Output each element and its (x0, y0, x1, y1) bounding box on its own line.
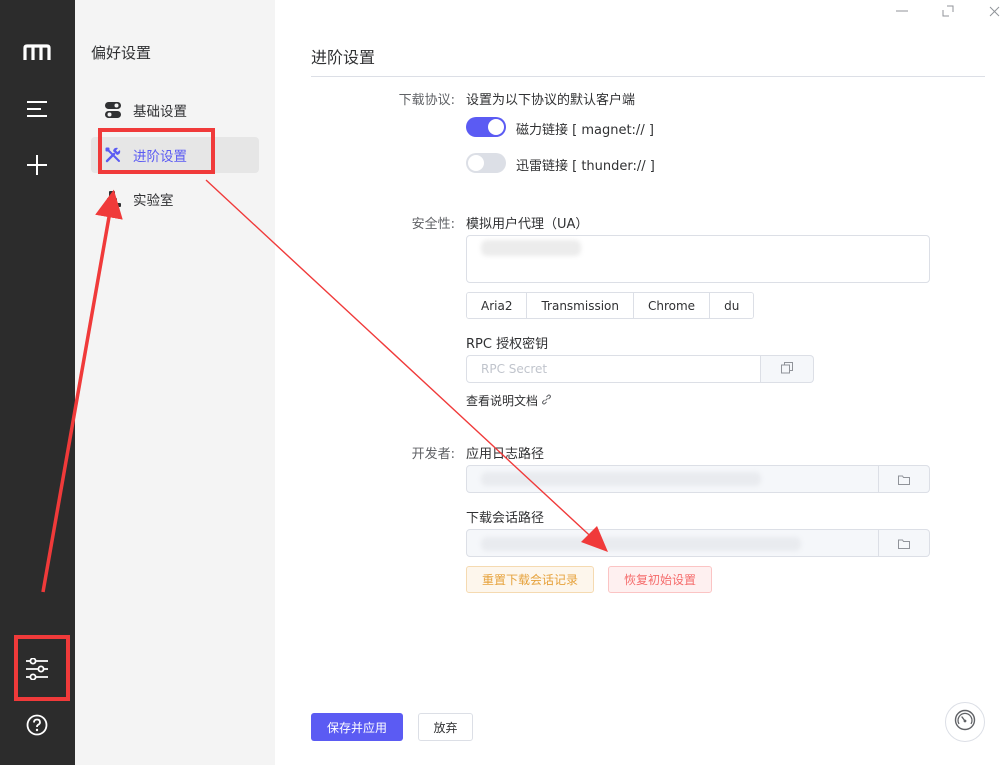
page-title: 进阶设置 (311, 48, 376, 67)
maximize-icon[interactable] (939, 4, 957, 18)
protocol-description: 设置为以下协议的默认客户端 (466, 93, 636, 108)
main-sidebar (0, 0, 75, 765)
user-agent-textarea[interactable] (466, 235, 930, 283)
magnet-protocol-label: 磁力链接 [ magnet:// ] (516, 123, 654, 138)
log-path-input[interactable] (466, 465, 879, 493)
log-path-label: 应用日志路径 (466, 447, 545, 462)
subnav-item-advanced[interactable]: 进阶设置 (91, 137, 259, 173)
settings-panel: 进阶设置 下载协议: 设置为以下协议的默认客户端 磁力链接 [ magnet:/… (275, 0, 1006, 765)
rpc-secret-placeholder: RPC Secret (481, 362, 548, 376)
protocol-label: 下载协议: (398, 93, 455, 108)
redacted-session-path (481, 537, 801, 551)
title-divider (311, 76, 985, 77)
save-apply-button[interactable]: 保存并应用 (311, 713, 403, 741)
lab-icon (103, 189, 123, 209)
thunder-protocol-switch[interactable] (466, 153, 506, 173)
folder-icon (898, 470, 910, 489)
thunder-protocol-label: 迅雷链接 [ thunder:// ] (516, 159, 655, 174)
subnav-item-label: 实验室 (133, 193, 174, 209)
preferences-subnav: 偏好设置 基础设置 进阶设置 实验室 (75, 0, 275, 765)
developer-label: 开发者: (411, 447, 455, 462)
ua-preset-transmission[interactable]: Transmission (527, 293, 634, 318)
speedometer-icon (954, 709, 976, 735)
open-log-folder-button[interactable] (879, 465, 930, 493)
user-agent-label: 模拟用户代理（UA） (466, 217, 589, 232)
task-list-icon[interactable] (18, 90, 56, 128)
rpc-secret-label: RPC 授权密钥 (466, 337, 549, 352)
ua-preset-chrome[interactable]: Chrome (634, 293, 711, 318)
open-session-folder-button[interactable] (879, 529, 930, 557)
magnet-protocol-switch[interactable] (466, 117, 506, 137)
view-docs-label: 查看说明文档 (466, 394, 539, 408)
ua-preset-du[interactable]: du (710, 293, 754, 318)
session-path-input[interactable] (466, 529, 879, 557)
link-icon (541, 394, 552, 408)
subnav-title: 偏好设置 (91, 44, 152, 62)
redacted-user-agent (481, 240, 581, 256)
subnav-item-basic[interactable]: 基础设置 (91, 92, 259, 128)
close-icon[interactable] (985, 4, 1003, 18)
reset-session-button[interactable]: 重置下载会话记录 (466, 566, 594, 593)
tools-icon (103, 145, 123, 165)
discard-button[interactable]: 放弃 (418, 713, 473, 741)
ua-preset-aria2[interactable]: Aria2 (467, 293, 528, 318)
folder-icon (898, 534, 910, 553)
settings-sliders-icon[interactable] (18, 650, 56, 688)
speedometer-button[interactable] (945, 702, 985, 742)
subnav-item-lab[interactable]: 实验室 (91, 181, 259, 217)
help-icon[interactable] (18, 706, 56, 744)
copy-secret-button[interactable] (761, 355, 814, 383)
redacted-log-path (481, 472, 761, 486)
session-path-label: 下载会话路径 (466, 511, 545, 526)
rpc-secret-input[interactable]: RPC Secret (466, 355, 761, 383)
subnav-item-label: 进阶设置 (133, 149, 187, 165)
copy-icon (780, 360, 794, 379)
view-docs-link[interactable]: 查看说明文档 (466, 392, 552, 409)
add-icon[interactable] (18, 146, 56, 184)
minimize-icon[interactable] (893, 4, 911, 18)
ua-preset-buttons: Aria2 Transmission Chrome du (466, 292, 755, 319)
subnav-item-label: 基础设置 (133, 104, 187, 120)
security-label: 安全性: (411, 217, 455, 232)
factory-reset-button[interactable]: 恢复初始设置 (608, 566, 712, 593)
app-window: 偏好设置 基础设置 进阶设置 实验室 进阶设置 下载协议: 设置为以下协议的默认… (0, 0, 1006, 765)
logo-icon[interactable] (18, 34, 56, 72)
toggle-icon (103, 100, 123, 120)
